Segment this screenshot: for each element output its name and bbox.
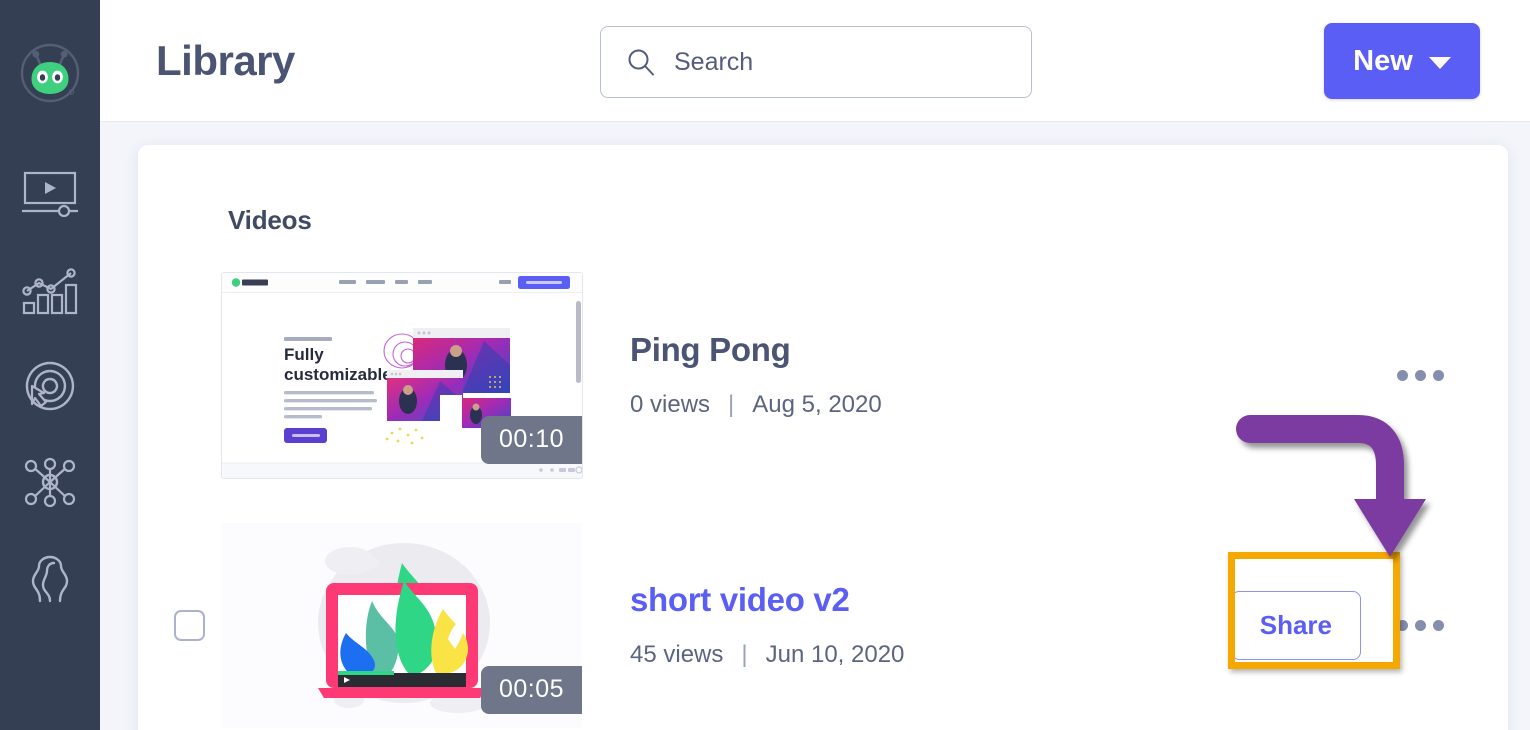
kebab-dot — [1415, 619, 1426, 631]
video-thumbnail[interactable]: 00:05 — [222, 522, 582, 728]
app-root: Library New Videos — [0, 0, 1530, 730]
row-actions — [1391, 364, 1450, 387]
bar-chart-icon — [22, 268, 78, 315]
video-views: 0 views — [630, 391, 711, 418]
sidebar-nav — [0, 146, 100, 626]
video-meta: 0 views | Aug 5, 2020 — [630, 391, 1391, 419]
svg-text:customizable: customizable — [284, 365, 392, 384]
sidebar-item-campaigns[interactable] — [0, 338, 100, 434]
search-icon — [626, 47, 656, 77]
video-duration-badge: 00:05 — [480, 665, 582, 714]
thumbnail-scrollbar — [576, 300, 581, 383]
video-title[interactable]: short video v2 — [630, 581, 1231, 619]
kebab-dot — [1397, 369, 1408, 381]
video-date: Jun 10, 2020 — [765, 641, 905, 668]
video-date: Aug 5, 2020 — [752, 391, 882, 418]
kebab-dot — [1397, 619, 1408, 631]
search-box[interactable] — [600, 26, 1032, 98]
kebab-dot — [1415, 369, 1426, 381]
video-meta: 45 views | Jun 10, 2020 — [630, 641, 1231, 669]
table-row: 00:05 short video v2 45 views | Jun 10, … — [138, 500, 1508, 730]
more-options-icon[interactable] — [1391, 364, 1450, 387]
vidyard-logo[interactable] — [19, 42, 81, 104]
left-sidebar — [0, 0, 100, 730]
page-title: Library — [156, 36, 295, 84]
library-card: Videos Fully customizable 00:10 Ping Pon… — [138, 145, 1508, 730]
network-nodes-icon — [24, 457, 76, 507]
video-duration-badge: 00:10 — [480, 415, 582, 464]
new-button[interactable]: New — [1324, 23, 1480, 99]
video-thumbnail[interactable]: Fully customizable 00:10 — [222, 272, 582, 478]
video-title[interactable]: Ping Pong — [630, 331, 1391, 369]
kebab-dot — [1433, 369, 1444, 381]
search-input[interactable] — [674, 47, 1031, 77]
video-info: Ping Pong 0 views | Aug 5, 2020 — [630, 331, 1391, 419]
svg-text:Fully: Fully — [284, 345, 324, 364]
row-select-checkbox[interactable] — [174, 609, 205, 641]
meta-separator: | — [728, 391, 735, 418]
top-header: Library New — [100, 0, 1530, 122]
sidebar-item-team[interactable] — [0, 530, 100, 626]
share-button[interactable]: Share — [1230, 590, 1361, 660]
vidyard-logo-icon — [20, 43, 80, 103]
row-actions: Share — [1230, 590, 1450, 660]
video-player-icon — [22, 171, 78, 217]
sidebar-item-videos[interactable] — [0, 146, 100, 242]
video-views: 45 views — [630, 641, 724, 668]
target-cursor-icon — [25, 361, 75, 411]
more-options-icon[interactable] — [1391, 614, 1450, 637]
sidebar-item-integrations[interactable] — [0, 434, 100, 530]
sidebar-item-analytics[interactable] — [0, 242, 100, 338]
people-icon — [31, 555, 69, 603]
section-title: Videos — [228, 205, 312, 235]
video-info: short video v2 45 views | Jun 10, 2020 — [630, 581, 1231, 669]
content-area: Videos Fully customizable 00:10 Ping Pon… — [100, 122, 1530, 730]
kebab-dot — [1433, 619, 1444, 631]
meta-separator: | — [741, 641, 748, 668]
table-row: Fully customizable 00:10 Ping Pong 0 vie… — [138, 250, 1508, 500]
main-area: Library New Videos — [100, 0, 1530, 730]
chevron-down-icon — [1428, 57, 1451, 69]
new-button-label: New — [1353, 44, 1413, 77]
